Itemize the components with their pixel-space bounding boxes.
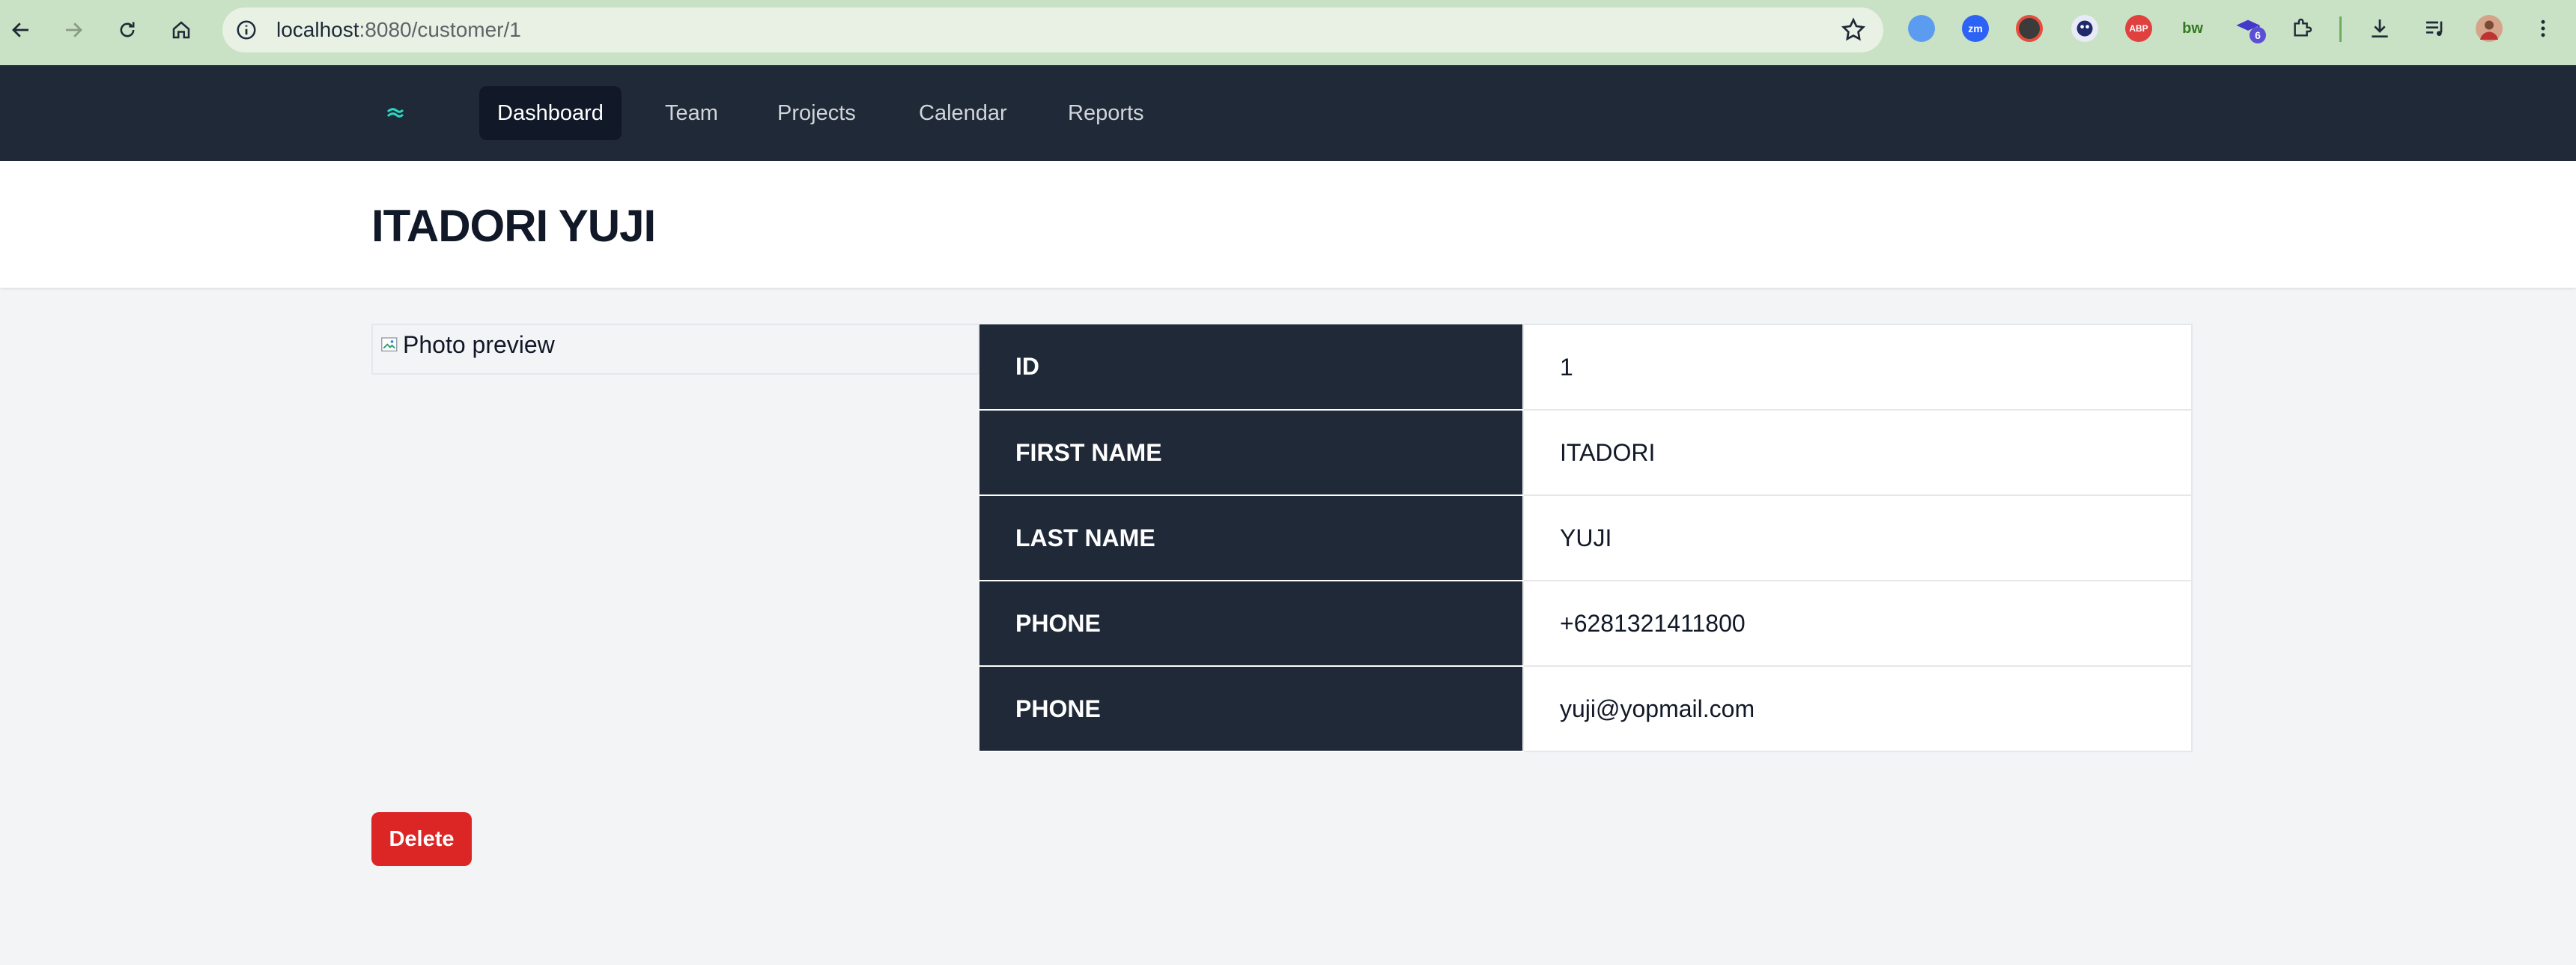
download-icon[interactable] — [2366, 15, 2393, 42]
row-key: FIRST NAME — [979, 410, 1523, 496]
row-value: 1 — [1522, 324, 2193, 411]
back-arrow-icon[interactable] — [3, 12, 39, 48]
chrome-icon[interactable] — [2016, 15, 2043, 42]
nav-projects[interactable]: Projects — [759, 86, 874, 140]
nav-reports[interactable]: Reports — [1050, 86, 1162, 140]
bookmark-star-icon[interactable] — [1840, 16, 1867, 43]
broken-image: Photo preview — [379, 331, 555, 359]
row-value: ITADORI — [1522, 409, 2193, 496]
mastodon-icon[interactable] — [2071, 15, 2098, 42]
extensions-puzzle-icon[interactable] — [2288, 15, 2315, 42]
page-title: ITADORI YUJI — [371, 201, 656, 251]
nav-dashboard[interactable]: Dashboard — [479, 86, 622, 140]
row-key: ID — [979, 324, 1523, 411]
reload-icon[interactable] — [109, 12, 145, 48]
url-text[interactable]: localhost:8080/customer/1 — [276, 18, 521, 42]
table-row: ID 1 — [979, 324, 2193, 411]
url-host: localhost — [276, 18, 359, 41]
broken-image-icon — [381, 336, 398, 351]
site-info-icon[interactable] — [231, 15, 261, 45]
logo-icon[interactable] — [385, 104, 406, 122]
row-key: LAST NAME — [979, 495, 1523, 581]
row-value: +6281321411800 — [1522, 580, 2193, 667]
toolbar-divider — [2339, 16, 2342, 42]
table-row: PHONE +6281321411800 — [979, 580, 2193, 667]
row-value: yuji@yopmail.com — [1522, 665, 2193, 752]
table-row: LAST NAME YUJI — [979, 494, 2193, 581]
delete-button[interactable]: Delete — [371, 812, 472, 866]
address-bar[interactable]: localhost:8080/customer/1 — [222, 7, 1883, 52]
forward-arrow-icon[interactable] — [55, 12, 91, 48]
media-controls-icon[interactable] — [2422, 15, 2449, 42]
app-navbar: Dashboard Team Projects Calendar Reports — [0, 65, 2576, 161]
home-icon[interactable] — [163, 12, 199, 48]
customer-details-table: ID 1 FIRST NAME ITADORI LAST NAME YUJI P… — [979, 324, 2193, 752]
nav-team[interactable]: Team — [647, 86, 736, 140]
graduation-cap-icon[interactable]: 6 — [2235, 15, 2266, 43]
table-row: PHONE yuji@yopmail.com — [979, 665, 2193, 752]
browser-menu-icon[interactable] — [2530, 15, 2557, 42]
table-row: FIRST NAME ITADORI — [979, 409, 2193, 496]
photo-preview: Photo preview — [371, 324, 979, 375]
browser-toolbar: localhost:8080/customer/1 zm ABP bw 6 — [0, 0, 2576, 65]
extension-badge: 6 — [2250, 27, 2266, 43]
row-value: YUJI — [1522, 494, 2193, 581]
zoom-icon[interactable]: zm — [1962, 15, 1989, 42]
url-path: :8080/customer/1 — [359, 18, 521, 41]
bw-icon[interactable]: bw — [2179, 15, 2206, 42]
gemini-icon[interactable] — [1908, 15, 1935, 42]
profile-avatar-icon[interactable] — [2476, 15, 2503, 42]
adblock-icon[interactable]: ABP — [2125, 15, 2152, 42]
row-key: PHONE — [979, 666, 1523, 752]
page-header: ITADORI YUJI — [0, 161, 2576, 288]
nav-calendar[interactable]: Calendar — [901, 86, 1025, 140]
row-key: PHONE — [979, 581, 1523, 667]
photo-alt-text: Photo preview — [403, 331, 555, 358]
